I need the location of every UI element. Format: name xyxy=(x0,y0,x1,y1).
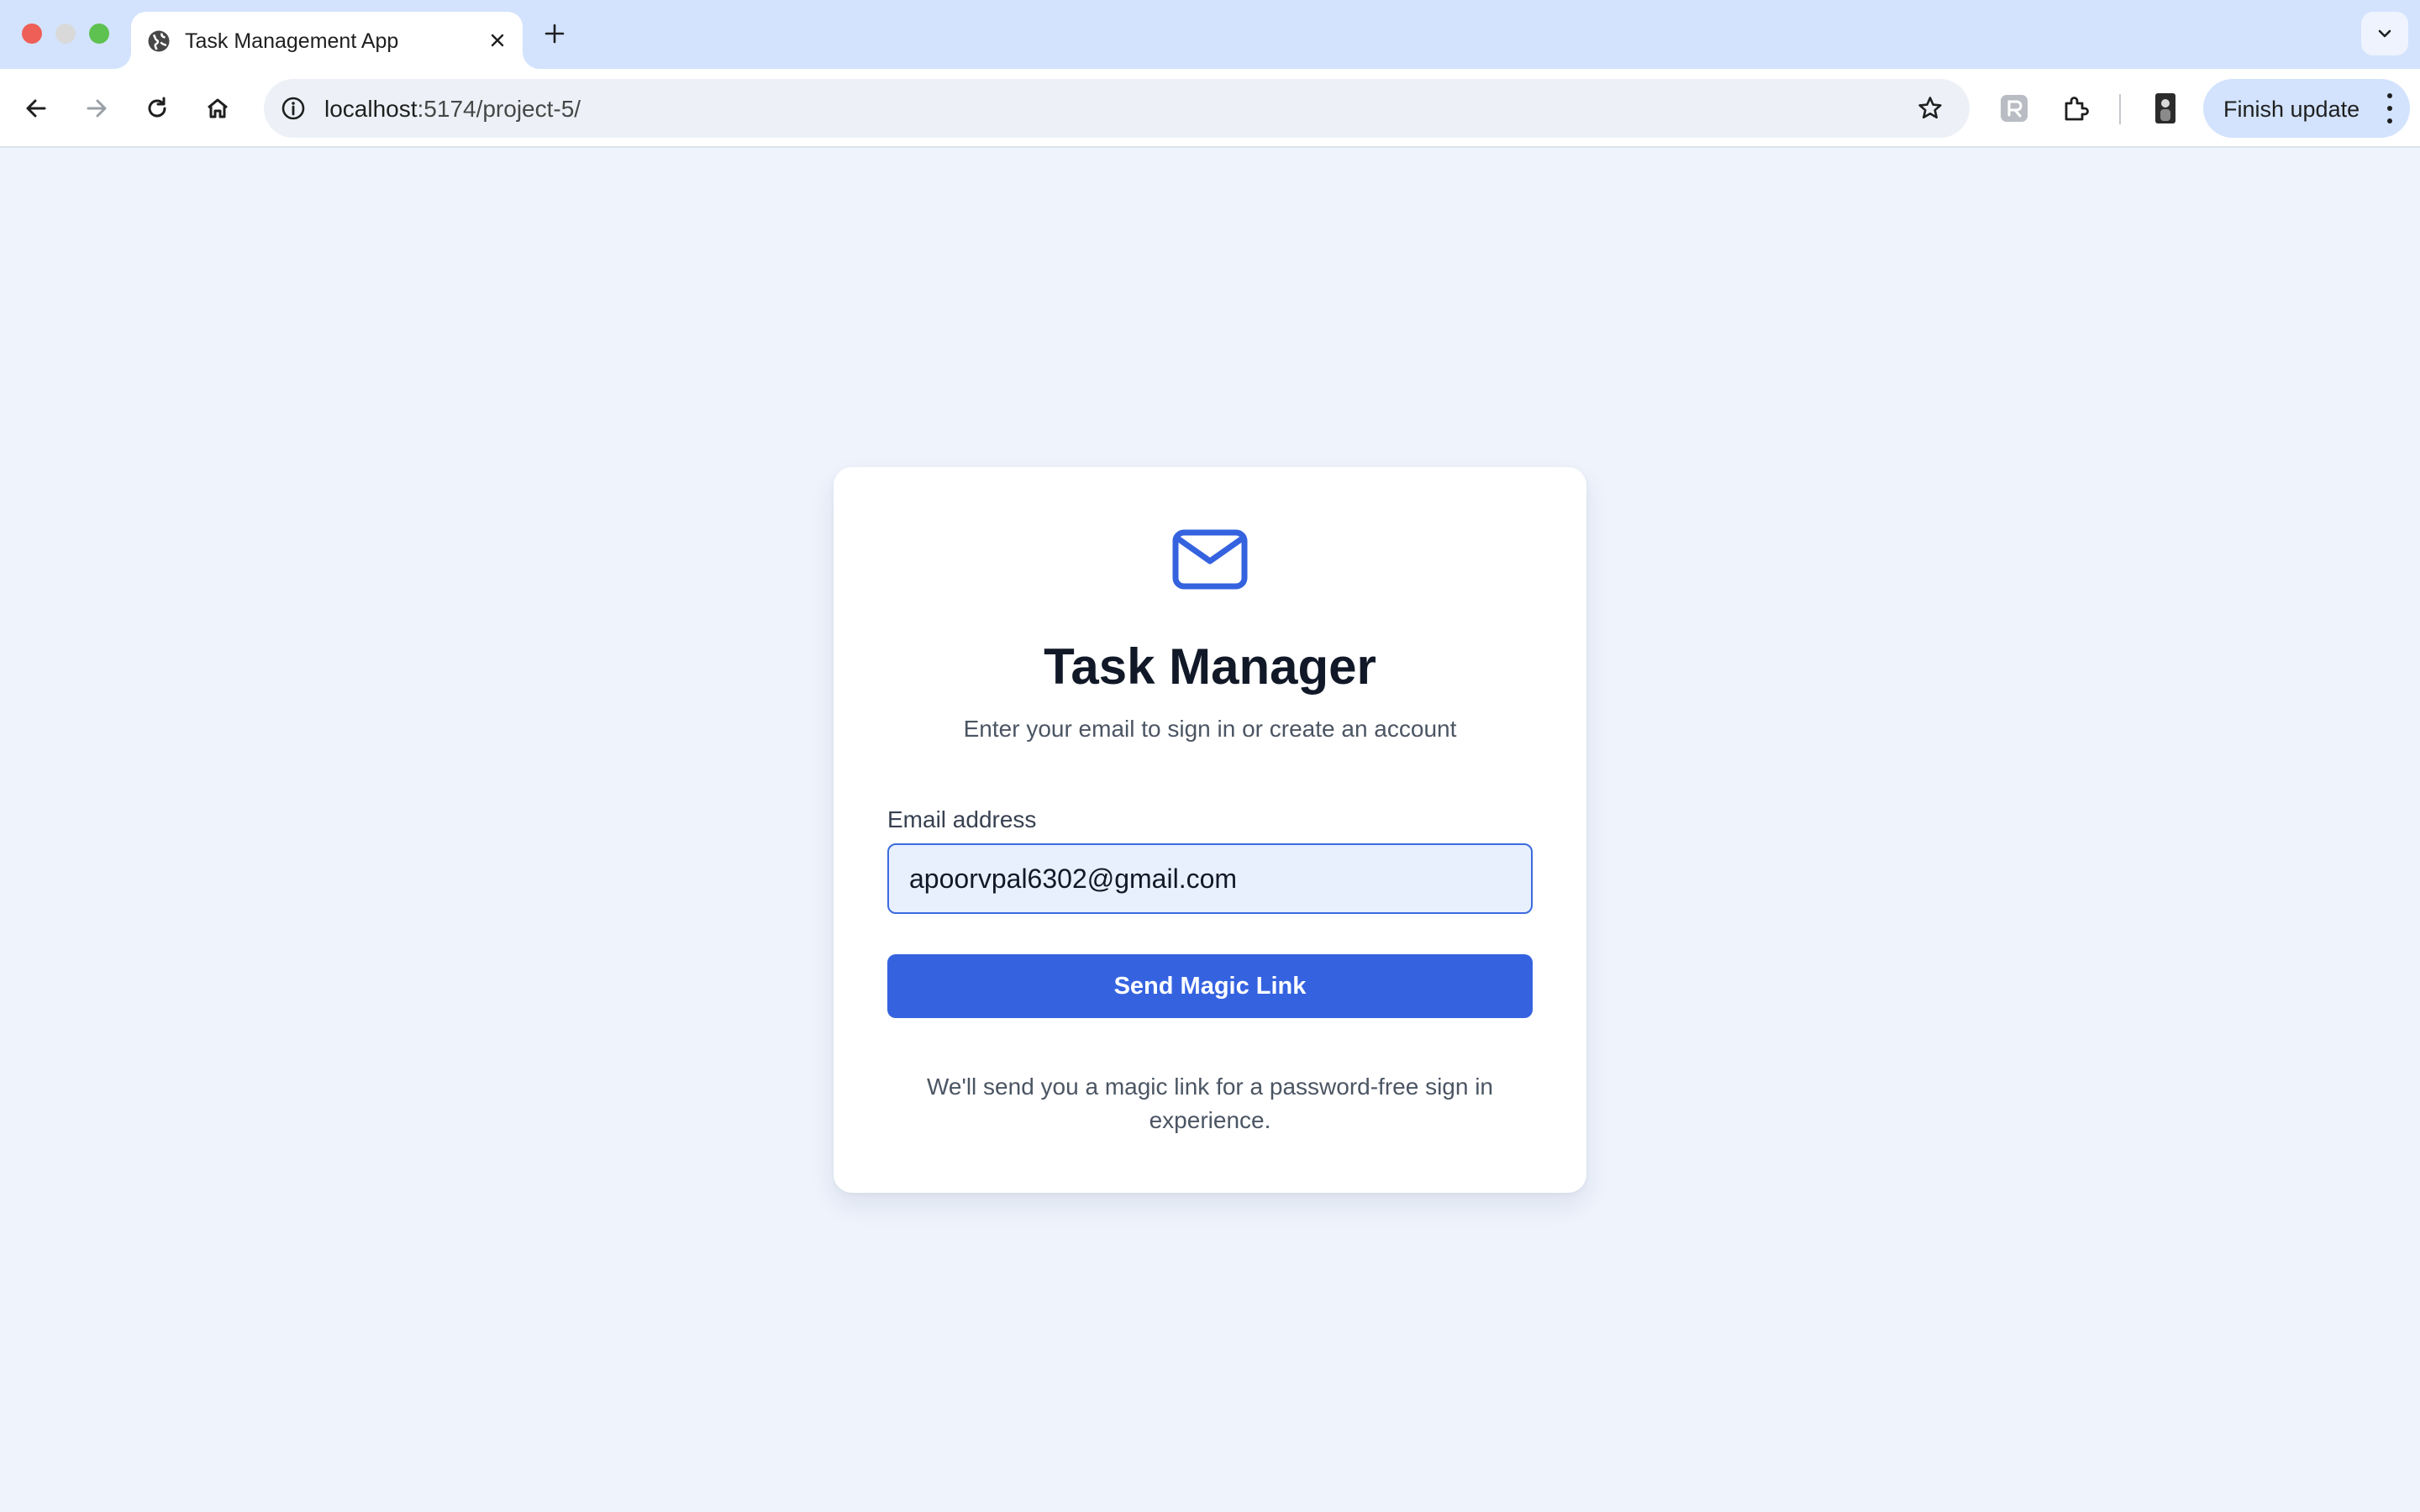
forward-arrow-icon[interactable] xyxy=(77,89,116,128)
finish-update-label: Finish update xyxy=(2223,97,2360,122)
login-card: Task Manager Enter your email to sign in… xyxy=(834,467,1586,1193)
maximize-window-button[interactable] xyxy=(89,24,109,44)
url-host: localhost xyxy=(324,96,418,122)
toolbar-separator xyxy=(2119,94,2121,124)
globe-icon xyxy=(146,29,171,54)
back-arrow-icon[interactable] xyxy=(17,89,55,128)
mail-icon xyxy=(1172,529,1248,590)
close-window-button[interactable] xyxy=(22,24,42,44)
home-icon[interactable] xyxy=(198,89,237,128)
minimize-window-button[interactable] xyxy=(55,24,76,44)
more-options-icon[interactable] xyxy=(2385,93,2395,123)
profile-avatar[interactable] xyxy=(2144,87,2186,129)
email-field[interactable] xyxy=(887,843,1533,914)
address-bar[interactable]: localhost:5174/project-5/ xyxy=(264,79,1970,138)
tab-strip: Task Management App xyxy=(0,0,2420,69)
extension-icon[interactable] xyxy=(1993,87,2035,129)
browser-toolbar: localhost:5174/project-5/ Finish update xyxy=(0,69,2420,148)
url-path: :5174/project-5/ xyxy=(417,96,581,122)
tab-title: Task Management App xyxy=(185,29,399,53)
page-subtitle: Enter your email to sign in or create an… xyxy=(963,716,1457,742)
extensions-puzzle-icon[interactable] xyxy=(2055,87,2097,129)
email-label: Email address xyxy=(887,806,1037,832)
active-tab[interactable]: Task Management App xyxy=(131,12,523,69)
url-text: localhost:5174/project-5/ xyxy=(324,96,581,123)
page-title: Task Manager xyxy=(1044,638,1376,695)
bookmark-star-icon[interactable] xyxy=(1914,92,1946,124)
reload-icon[interactable] xyxy=(138,89,176,128)
tab-search-chevron-icon[interactable] xyxy=(2361,12,2408,55)
helper-text: We'll send you a magic link for a passwo… xyxy=(926,1074,1494,1133)
site-info-icon[interactable] xyxy=(279,94,308,123)
finish-update-button[interactable]: Finish update xyxy=(2203,79,2410,138)
close-tab-icon[interactable] xyxy=(484,27,511,54)
new-tab-icon[interactable] xyxy=(538,17,571,50)
send-magic-link-button[interactable]: Send Magic Link xyxy=(887,954,1533,1018)
